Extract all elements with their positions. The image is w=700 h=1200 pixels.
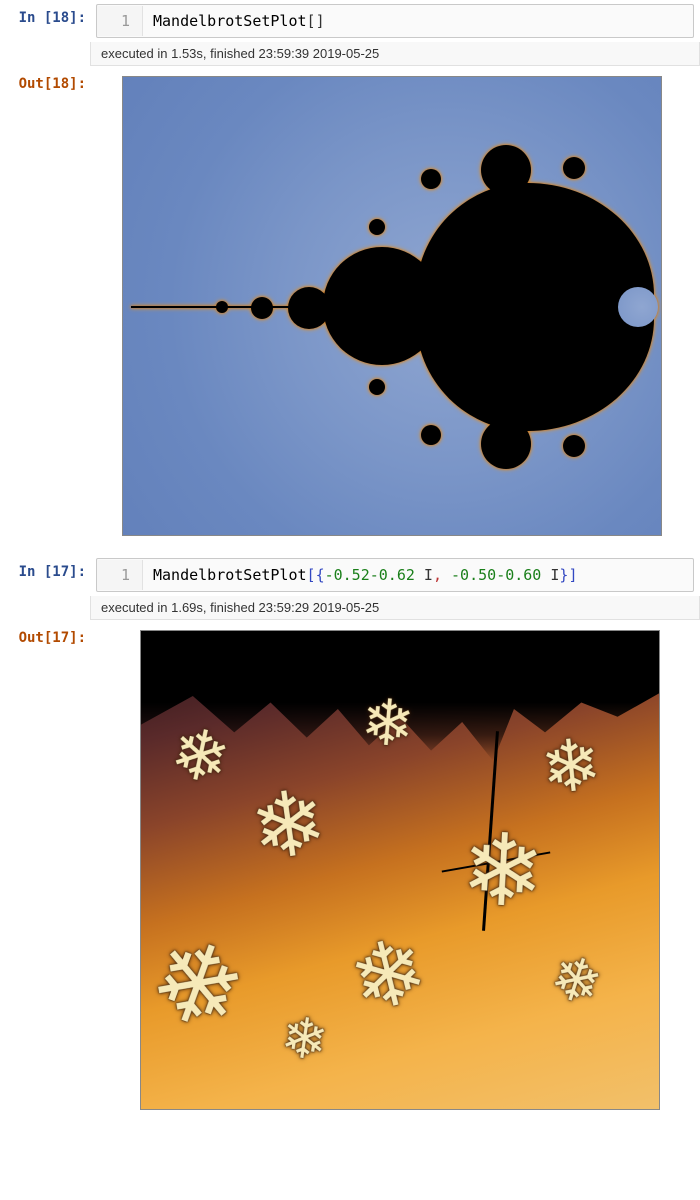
code-imag: I	[541, 566, 559, 584]
code-imag: I	[415, 566, 433, 584]
exec-info-row: executed in 1.53s, finished 23:59:39 201…	[0, 42, 700, 66]
code-number: 0.60	[505, 566, 541, 584]
code-content[interactable]: MandelbrotSetPlot[]	[143, 6, 335, 36]
prompt-prefix: In [	[19, 10, 53, 26]
output-area: ❄ ❄ ❄ ❄ ❄ ❄ ❄ ❄ ❄ -0.600 -0.605 -0.610 -…	[96, 624, 694, 1124]
code-comma: ,	[433, 566, 442, 584]
code-editor[interactable]: 1 MandelbrotSetPlot[]	[96, 4, 694, 38]
filament-icon: ❄	[458, 819, 547, 923]
input-cell-17: In [17]: 1 MandelbrotSetPlot[{-0.52-0.62…	[0, 554, 700, 596]
mandelbrot-full-plot: 1.0 0.5 0.0 -0.5 -1.0 -2.0 -1.5 -1.0 -0.…	[122, 76, 662, 536]
prompt-suffix: ]:	[69, 564, 86, 580]
prompt-suffix: ]:	[69, 10, 86, 26]
code-close-bracket: ]	[568, 566, 577, 584]
prompt-prefix: Out[	[19, 630, 53, 646]
input-cell-18: In [18]: 1 MandelbrotSetPlot[]	[0, 0, 700, 42]
prompt-number: 17	[52, 630, 69, 646]
code-editor[interactable]: 1 MandelbrotSetPlot[{-0.52-0.62 I, -0.50…	[96, 558, 694, 592]
code-fn: MandelbrotSetPlot	[153, 566, 307, 584]
prompt-prefix: Out[	[19, 76, 53, 92]
tiny-bulb	[421, 169, 441, 189]
code-number: 0.62	[379, 566, 415, 584]
bottom-bulb	[481, 419, 531, 469]
tiny-bulb	[369, 379, 385, 395]
output-area: 1.0 0.5 0.0 -0.5 -1.0 -2.0 -1.5 -1.0 -0.…	[96, 70, 694, 550]
tiny-bulb	[216, 301, 228, 313]
code-op: -	[496, 566, 505, 584]
tiny-bulb	[563, 157, 585, 179]
code-fn: MandelbrotSetPlot	[153, 12, 307, 30]
filament-icon: ❄	[277, 1008, 331, 1070]
filament-icon: ❄	[543, 945, 609, 1018]
prompt-number: 17	[52, 564, 69, 580]
output-cell-17: Out[17]: ❄ ❄ ❄ ❄ ❄ ❄ ❄ ❄ ❄ -0.600 -0.605…	[0, 620, 700, 1128]
left-bulb-2	[251, 297, 273, 319]
left-bulb	[288, 287, 330, 329]
code-open-brace: {	[316, 566, 325, 584]
code-space	[442, 566, 451, 584]
tiny-bulb	[563, 435, 585, 457]
code-close-bracket: ]	[316, 12, 325, 30]
spacer	[0, 42, 90, 66]
code-content[interactable]: MandelbrotSetPlot[{-0.52-0.62 I, -0.50-0…	[143, 560, 587, 590]
in-prompt: In [18]:	[6, 4, 96, 26]
line-number: 1	[97, 560, 143, 590]
mandelbrot-zoom-plot: ❄ ❄ ❄ ❄ ❄ ❄ ❄ ❄ ❄ -0.600 -0.605 -0.610 -…	[140, 630, 660, 1110]
out-prompt: Out[17]:	[6, 624, 96, 646]
prompt-suffix: ]:	[69, 630, 86, 646]
tiny-bulb	[369, 219, 385, 235]
filament-icon: ❄	[358, 689, 417, 757]
top-bulb	[481, 145, 531, 195]
exec-info-row: executed in 1.69s, finished 23:59:29 201…	[0, 596, 700, 620]
prompt-number: 18	[52, 10, 69, 26]
in-prompt: In [17]:	[6, 558, 96, 580]
main-cardioid	[416, 183, 654, 431]
filament-icon: ❄	[164, 716, 236, 797]
prompt-prefix: In [	[19, 564, 53, 580]
out-prompt: Out[18]:	[6, 70, 96, 92]
line-number: 1	[97, 6, 143, 36]
output-cell-18: Out[18]: 1.0 0.5 0.0	[0, 66, 700, 554]
prompt-suffix: ]:	[69, 76, 86, 92]
spacer	[0, 596, 90, 620]
filament-icon: ❄	[537, 728, 605, 806]
execution-info: executed in 1.69s, finished 23:59:29 201…	[90, 596, 700, 620]
code-number: -0.52	[325, 566, 370, 584]
code-open-bracket: [	[307, 12, 316, 30]
code-open-bracket: [	[307, 566, 316, 584]
code-number: -0.50	[451, 566, 496, 584]
code-op: -	[370, 566, 379, 584]
prompt-number: 18	[52, 76, 69, 92]
filament-icon: ❄	[245, 776, 332, 876]
period2-bulb	[323, 247, 441, 365]
tiny-bulb	[421, 425, 441, 445]
filament-icon: ❄	[140, 919, 259, 1054]
execution-info: executed in 1.53s, finished 23:59:39 201…	[90, 42, 700, 66]
filament-icon: ❄	[341, 923, 436, 1029]
